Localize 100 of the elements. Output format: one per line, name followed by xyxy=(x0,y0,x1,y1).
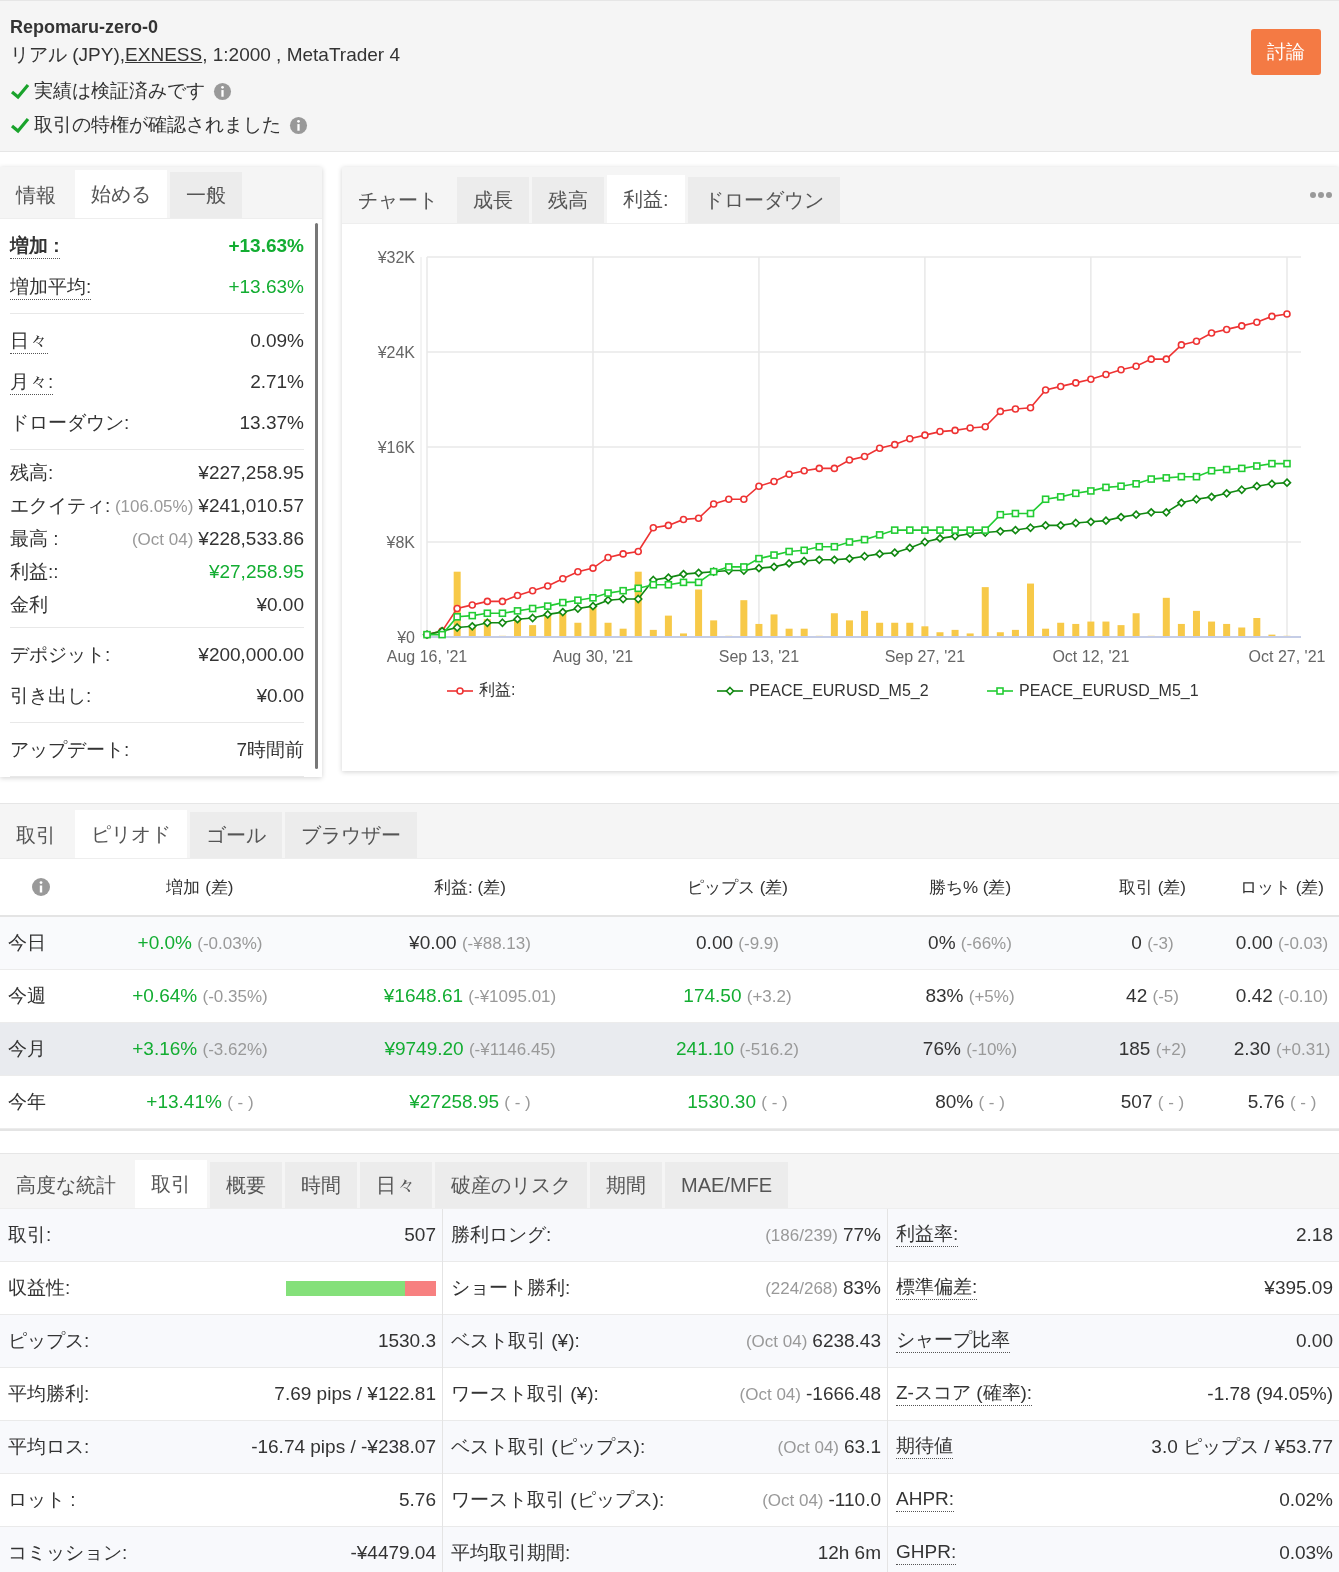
stat-label: デポジット: xyxy=(10,643,111,667)
column-header: 勝ち% (差) xyxy=(927,876,1013,899)
stat-note: (186/239) xyxy=(765,1226,838,1246)
account-type: リアル (JPY), xyxy=(10,44,126,65)
y-axis-label: ¥0 xyxy=(397,629,415,646)
stat-value: 2.18 xyxy=(1296,1224,1333,1246)
verification-text: 実績は検証済みです xyxy=(34,79,205,103)
column-header: 利益: (差) xyxy=(433,876,507,899)
stat-value: -1.78 (94.05%) xyxy=(1207,1383,1333,1405)
account-title: Repomaru-zero-0 xyxy=(10,17,160,38)
table-cell-text: +13.41% ( - ) xyxy=(145,1091,255,1113)
stat-label: アップデート: xyxy=(10,738,130,762)
table-cell-text: ¥9749.20 (-¥1146.45) xyxy=(383,1038,557,1060)
stat-value: -¥4479.04 xyxy=(350,1542,436,1564)
table-cell-text: +0.0% (-0.03%) xyxy=(136,932,264,954)
period-label: 今月 xyxy=(7,1037,47,1061)
verification-text: 取引の特権が確認されました xyxy=(34,113,281,137)
stat-label: ベスト取引 (¥): xyxy=(451,1329,580,1353)
stat-value: 63.1 xyxy=(844,1436,881,1458)
table-cell-text: +3.16% (-3.62%) xyxy=(131,1038,269,1060)
stat-note: (224/268) xyxy=(765,1279,838,1299)
stat-value: 7時間前 xyxy=(236,738,304,762)
x-axis-label: Oct 12, '21 xyxy=(1052,648,1130,665)
stat-label: 利益:: xyxy=(10,560,59,584)
stat-value: ¥0.00 xyxy=(256,684,304,708)
stat-label: 収益性: xyxy=(8,1276,71,1300)
x-axis-label: Aug 16, '21 xyxy=(386,648,468,665)
stat-label: 月々: xyxy=(10,371,54,395)
stat-label: シャープ比率 xyxy=(896,1329,1010,1353)
stat-value: 6238.43 xyxy=(812,1330,881,1352)
stat-value: ¥228,533.86 xyxy=(198,527,304,551)
table-cell-text: 0% (-66%) xyxy=(927,932,1013,954)
stat-label: 平均取引期間: xyxy=(451,1541,571,1565)
stat-note: (106.05%) xyxy=(114,496,194,518)
stat-label: 取引: xyxy=(8,1223,52,1247)
x-axis-label: Sep 13, '21 xyxy=(718,648,800,665)
stat-value: +13.63% xyxy=(228,275,304,299)
period-label: 今週 xyxy=(7,984,47,1008)
stat-note: (Oct 04) xyxy=(745,1332,808,1352)
stat-label: 平均勝利: xyxy=(8,1382,90,1406)
column-header: ピップス (差) xyxy=(685,876,789,899)
stat-value: +13.63% xyxy=(228,234,304,258)
stat-value: 0.02% xyxy=(1279,1489,1333,1511)
stat-value: ¥395.09 xyxy=(1264,1277,1333,1299)
stat-value: 13.37% xyxy=(239,411,304,435)
stat-value: -16.74 pips / -¥238.07 xyxy=(251,1436,436,1458)
stat-label: 日々 xyxy=(10,330,48,354)
table-cell-text: ¥27258.95 ( - ) xyxy=(408,1091,532,1113)
stat-label: コミッション: xyxy=(8,1541,128,1565)
stat-value: -110.0 xyxy=(828,1489,881,1511)
stat-value: 12h 6m xyxy=(817,1542,881,1564)
table-cell-text: 1530.30 ( - ) xyxy=(686,1091,789,1113)
stat-label: Z-スコア (確率): xyxy=(896,1382,1033,1406)
stat-value: 7.69 pips / ¥122.81 xyxy=(274,1383,436,1405)
stat-value: 0.03% xyxy=(1279,1542,1333,1564)
column-header: ロット (差) xyxy=(1238,876,1325,899)
table-cell-text: ¥1648.61 (-¥1095.01) xyxy=(382,985,558,1007)
stat-label: 平均ロス: xyxy=(8,1435,90,1459)
stat-label: ベスト取引 (ピップス): xyxy=(451,1435,646,1459)
table-cell-text: 42 (-5) xyxy=(1125,985,1180,1007)
stat-label: 増加平均: xyxy=(10,276,92,300)
table-cell-text: 0.00 (-0.03) xyxy=(1234,932,1330,954)
stat-note: (Oct 04) xyxy=(739,1385,801,1405)
stat-value: ¥227,258.95 xyxy=(198,461,304,485)
period-label: 今年 xyxy=(7,1090,47,1114)
stat-label: エクイティ: xyxy=(10,494,111,518)
stat-value: ¥241,010.57 xyxy=(198,494,304,518)
stat-note: (Oct 04) xyxy=(777,1438,839,1458)
stat-label: ワースト取引 (¥): xyxy=(451,1382,599,1406)
stat-value: -1666.48 xyxy=(806,1383,881,1405)
x-axis-label: Oct 27, '21 xyxy=(1248,648,1326,665)
stat-value: 2.71% xyxy=(250,370,304,394)
stat-label: 利益率: xyxy=(896,1223,959,1247)
x-axis-label: Sep 27, '21 xyxy=(884,648,966,665)
stat-note: (Oct 04) xyxy=(131,529,194,551)
stat-label: ショート勝利: xyxy=(451,1276,571,1300)
table-cell-text: 76% (-10%) xyxy=(921,1038,1019,1060)
stat-value: ¥0.00 xyxy=(256,593,304,617)
column-header: 取引 (差) xyxy=(1117,876,1187,899)
stat-label: ロット : xyxy=(8,1488,76,1512)
table-cell-text: 507 ( - ) xyxy=(1119,1091,1186,1113)
stat-label: 残高: xyxy=(10,461,54,485)
table-cell-text: 2.30 (+0.31) xyxy=(1232,1038,1332,1060)
stat-label: AHPR: xyxy=(896,1488,955,1512)
table-cell-text: 241.10 (-516.2) xyxy=(675,1038,800,1060)
y-axis-label: ¥24K xyxy=(377,344,415,361)
stat-note: (Oct 04) xyxy=(762,1491,824,1511)
stat-label: 金利 xyxy=(10,593,48,617)
stat-label: ワースト取引 (ピップス): xyxy=(451,1488,665,1512)
stat-label: 引き出し: xyxy=(10,684,92,708)
table-cell-text: 174.50 (+3.2) xyxy=(682,985,793,1007)
stat-label: 増加 : xyxy=(10,235,60,259)
stat-value: 0.09% xyxy=(250,329,304,353)
stat-value: 5.76 xyxy=(399,1489,436,1511)
period-label: 今日 xyxy=(7,931,47,955)
table-cell-text: 185 (+2) xyxy=(1117,1038,1188,1060)
stat-label: 最高 : xyxy=(10,527,59,551)
table-cell-text: 0 (-3) xyxy=(1130,932,1175,954)
table-cell-text: 0.42 (-0.10) xyxy=(1234,985,1330,1007)
stat-label: ドローダウン: xyxy=(10,411,130,435)
